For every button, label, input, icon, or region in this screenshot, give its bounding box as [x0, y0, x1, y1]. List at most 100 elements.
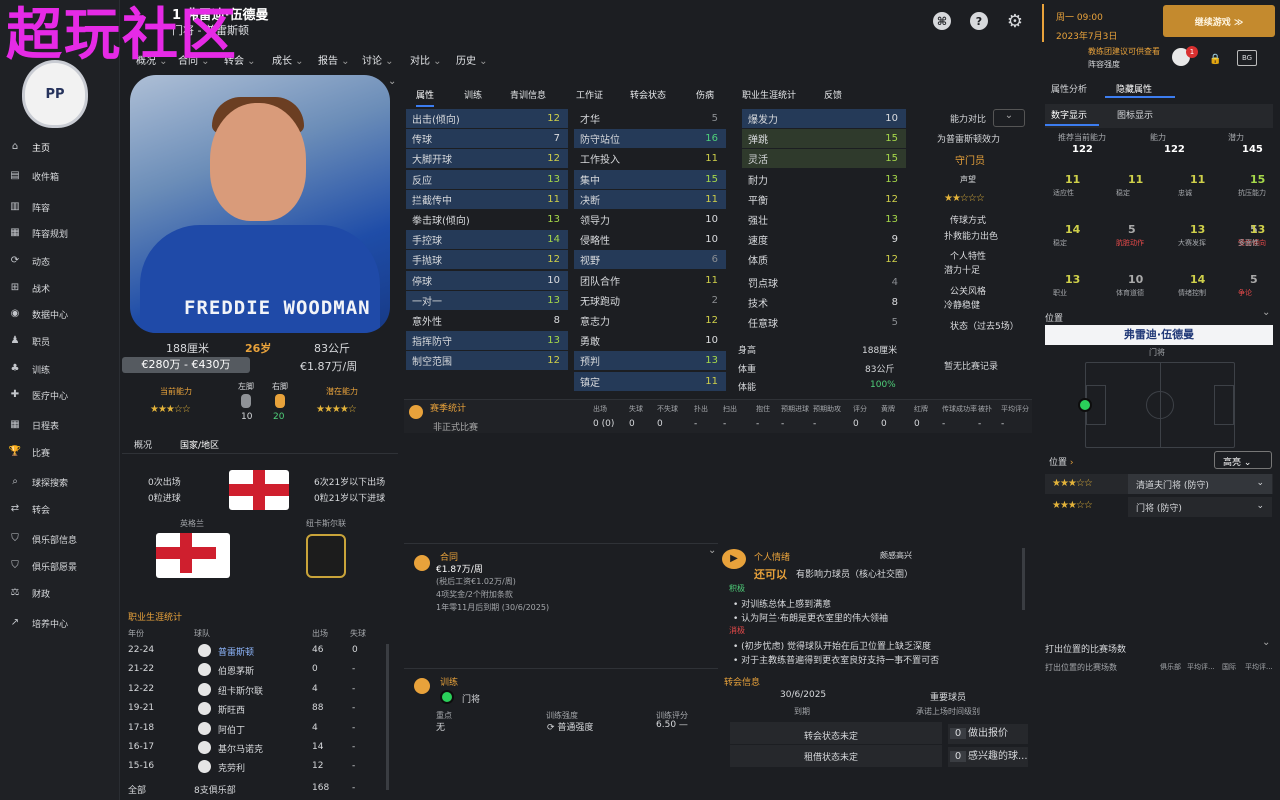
- career-team[interactable]: 斯旺西: [218, 703, 245, 716]
- header-menu-4[interactable]: 报告 ⌄: [318, 52, 350, 67]
- attr-row: 技术 8: [748, 297, 898, 311]
- interest-row[interactable]: 0 感兴趣的球...: [948, 747, 1028, 767]
- tab-attr-analysis[interactable]: 属性分析: [1051, 82, 1087, 95]
- subtab-icons[interactable]: 图标显示: [1117, 108, 1153, 121]
- continue-button[interactable]: 继续游戏 ≫: [1163, 5, 1275, 37]
- sidebar-item-5[interactable]: ⊞ 战术: [0, 277, 120, 299]
- sidebar-item-4[interactable]: ⟳ 动态: [0, 250, 120, 272]
- role-name-2[interactable]: 门将 (防守) ⌄: [1128, 497, 1272, 517]
- sidebar-item-2[interactable]: ▥ 阵容: [0, 196, 120, 218]
- notice-line2[interactable]: 阵容强度: [1088, 59, 1120, 70]
- chevron-down-icon[interactable]: ⌄: [1262, 637, 1270, 648]
- sidebar-item-9[interactable]: ✚ 医疗中心: [0, 384, 120, 406]
- career-team[interactable]: 基尔马诺克: [218, 742, 263, 755]
- sidebar-item-17[interactable]: ↗ 培养中心: [0, 612, 120, 634]
- position-role: 门将: [1149, 348, 1165, 357]
- sidebar-icon-7: ♟: [10, 335, 20, 346]
- season-title[interactable]: 赛季统计: [430, 401, 466, 414]
- attr-tab-7[interactable]: 反馈: [824, 88, 842, 101]
- sidebar-item-7[interactable]: ♟ 职员: [0, 330, 120, 352]
- position-title-2[interactable]: 位置 ›: [1049, 455, 1074, 468]
- sidebar-label: 动态: [32, 257, 51, 268]
- career-team[interactable]: 阿伯丁: [218, 723, 245, 736]
- subtab-numbers[interactable]: 数字显示: [1051, 108, 1087, 121]
- attr-row: 指挥防守 13: [406, 331, 568, 351]
- sidebar-item-0[interactable]: ⌂ 主页: [0, 136, 120, 158]
- emotion-scrollbar[interactable]: [1022, 548, 1025, 610]
- sidebar-item-16[interactable]: ⚖ 财政: [0, 582, 120, 604]
- tab-overview[interactable]: 概况: [134, 438, 152, 451]
- attr-tab-5[interactable]: 伤病: [696, 88, 714, 101]
- filter-dropdown[interactable]: 高亮 ⌄: [1214, 451, 1272, 469]
- sidebar-item-6[interactable]: ◉ 数据中心: [0, 303, 120, 325]
- career-apps: 88: [312, 703, 324, 714]
- attr-tab-6[interactable]: 职业生涯统计: [742, 88, 796, 101]
- sidebar-item-8[interactable]: ♣ 训练: [0, 358, 120, 380]
- role-name-1[interactable]: 清道夫门将 (防守) ⌄: [1128, 474, 1272, 494]
- attr-row: 视野 6: [574, 250, 726, 270]
- career-team[interactable]: 伯恩茅斯: [218, 664, 254, 677]
- help-icon[interactable]: ?: [970, 12, 988, 30]
- chevron-down-icon[interactable]: ⌄: [1262, 307, 1270, 318]
- scrollbar[interactable]: [386, 644, 389, 790]
- career-h-team: 球队: [194, 629, 210, 638]
- offers-row[interactable]: 0 做出报价: [948, 724, 1028, 744]
- training-title[interactable]: 训练: [440, 675, 458, 688]
- attr-tab-1[interactable]: 训练: [464, 88, 482, 101]
- pa-label: 潜在能力: [326, 387, 358, 396]
- emotion-line1: 还可以: [754, 568, 787, 581]
- career-team[interactable]: 克劳利: [218, 761, 245, 774]
- ca-label: 当前能力: [160, 387, 192, 396]
- attr-label: 出击(倾向): [412, 115, 460, 126]
- sidebar-item-10[interactable]: ▦ 日程表: [0, 414, 120, 436]
- chevron-down-icon[interactable]: ⌄: [708, 545, 716, 556]
- compare-title: 能力对比: [950, 115, 987, 125]
- sidebar-item-14[interactable]: ⛉ 俱乐部信息: [0, 528, 120, 550]
- compare-dropdown[interactable]: ⌄: [993, 109, 1025, 127]
- tab-hidden-attr[interactable]: 隐藏属性: [1105, 76, 1175, 98]
- season-cell-12: -: [978, 419, 982, 429]
- sidebar-item-15[interactable]: ⛉ 俱乐部愿景: [0, 555, 120, 577]
- season-cell-8: 0: [853, 419, 859, 429]
- sidebar-label: 医疗中心: [32, 391, 69, 402]
- sidebar-item-11[interactable]: 🏆 比赛: [0, 441, 120, 463]
- contract-bonus: 4项奖金/2个附加条款: [436, 590, 513, 599]
- chevron-down-icon[interactable]: ⌄: [388, 76, 396, 87]
- header-menu-6[interactable]: 对比 ⌄: [410, 52, 442, 67]
- sidebar-label: 日程表: [32, 421, 60, 432]
- hidden-label-6: 大赛发挥: [1178, 239, 1206, 247]
- pa-stars: ★★★★☆: [316, 404, 357, 415]
- attr-tab-0[interactable]: 属性: [416, 88, 435, 107]
- position-marker[interactable]: [1078, 398, 1092, 412]
- value-badge[interactable]: €280万 - €430万: [122, 357, 250, 373]
- attr-tab-3[interactable]: 工作证: [576, 88, 603, 101]
- header-menu-3[interactable]: 成长 ⌄: [272, 52, 304, 67]
- attr-tab-4[interactable]: 转会状态: [630, 88, 666, 101]
- newcastle-crest[interactable]: [306, 534, 346, 578]
- attr-tab-2[interactable]: 青训信息: [510, 88, 546, 101]
- sidebar-item-3[interactable]: ▦ 阵容规划: [0, 222, 120, 244]
- career-conceded: 0: [352, 645, 358, 655]
- header-menu-7[interactable]: 历史 ⌄: [456, 52, 488, 67]
- sidebar-icon-5: ⊞: [10, 282, 20, 293]
- career-team[interactable]: 纽卡斯尔联: [218, 684, 263, 697]
- sidebar-item-1[interactable]: ▤ 收件箱: [0, 165, 120, 187]
- lock-icon[interactable]: 🔒: [1209, 54, 1221, 65]
- globe-icon[interactable]: ⌘: [933, 12, 951, 30]
- career-team[interactable]: 普雷斯顿: [218, 645, 254, 658]
- sidebar-item-12[interactable]: ⌕ 球探搜索: [0, 471, 120, 493]
- attr-row: 侵略性 10: [580, 234, 718, 248]
- tab-nation[interactable]: 国家/地区: [180, 438, 219, 451]
- gear-icon[interactable]: ⚙: [1006, 11, 1024, 32]
- emotion-title[interactable]: 个人情绪: [754, 550, 790, 563]
- bg-icon[interactable]: BG: [1237, 50, 1257, 66]
- header-menu-5[interactable]: 讨论 ⌄: [362, 52, 394, 67]
- sidebar-item-13[interactable]: ⇄ 转会: [0, 498, 120, 520]
- career-title[interactable]: 职业生涯统计: [128, 610, 182, 623]
- transfer-title[interactable]: 转会信息: [724, 675, 760, 688]
- england-flag-large[interactable]: [156, 533, 230, 578]
- face: [210, 103, 306, 221]
- notice-line1[interactable]: 教练团建议可供查看: [1088, 46, 1160, 57]
- season-cell-1: 0: [629, 419, 635, 429]
- career-apps: 14: [312, 742, 324, 752]
